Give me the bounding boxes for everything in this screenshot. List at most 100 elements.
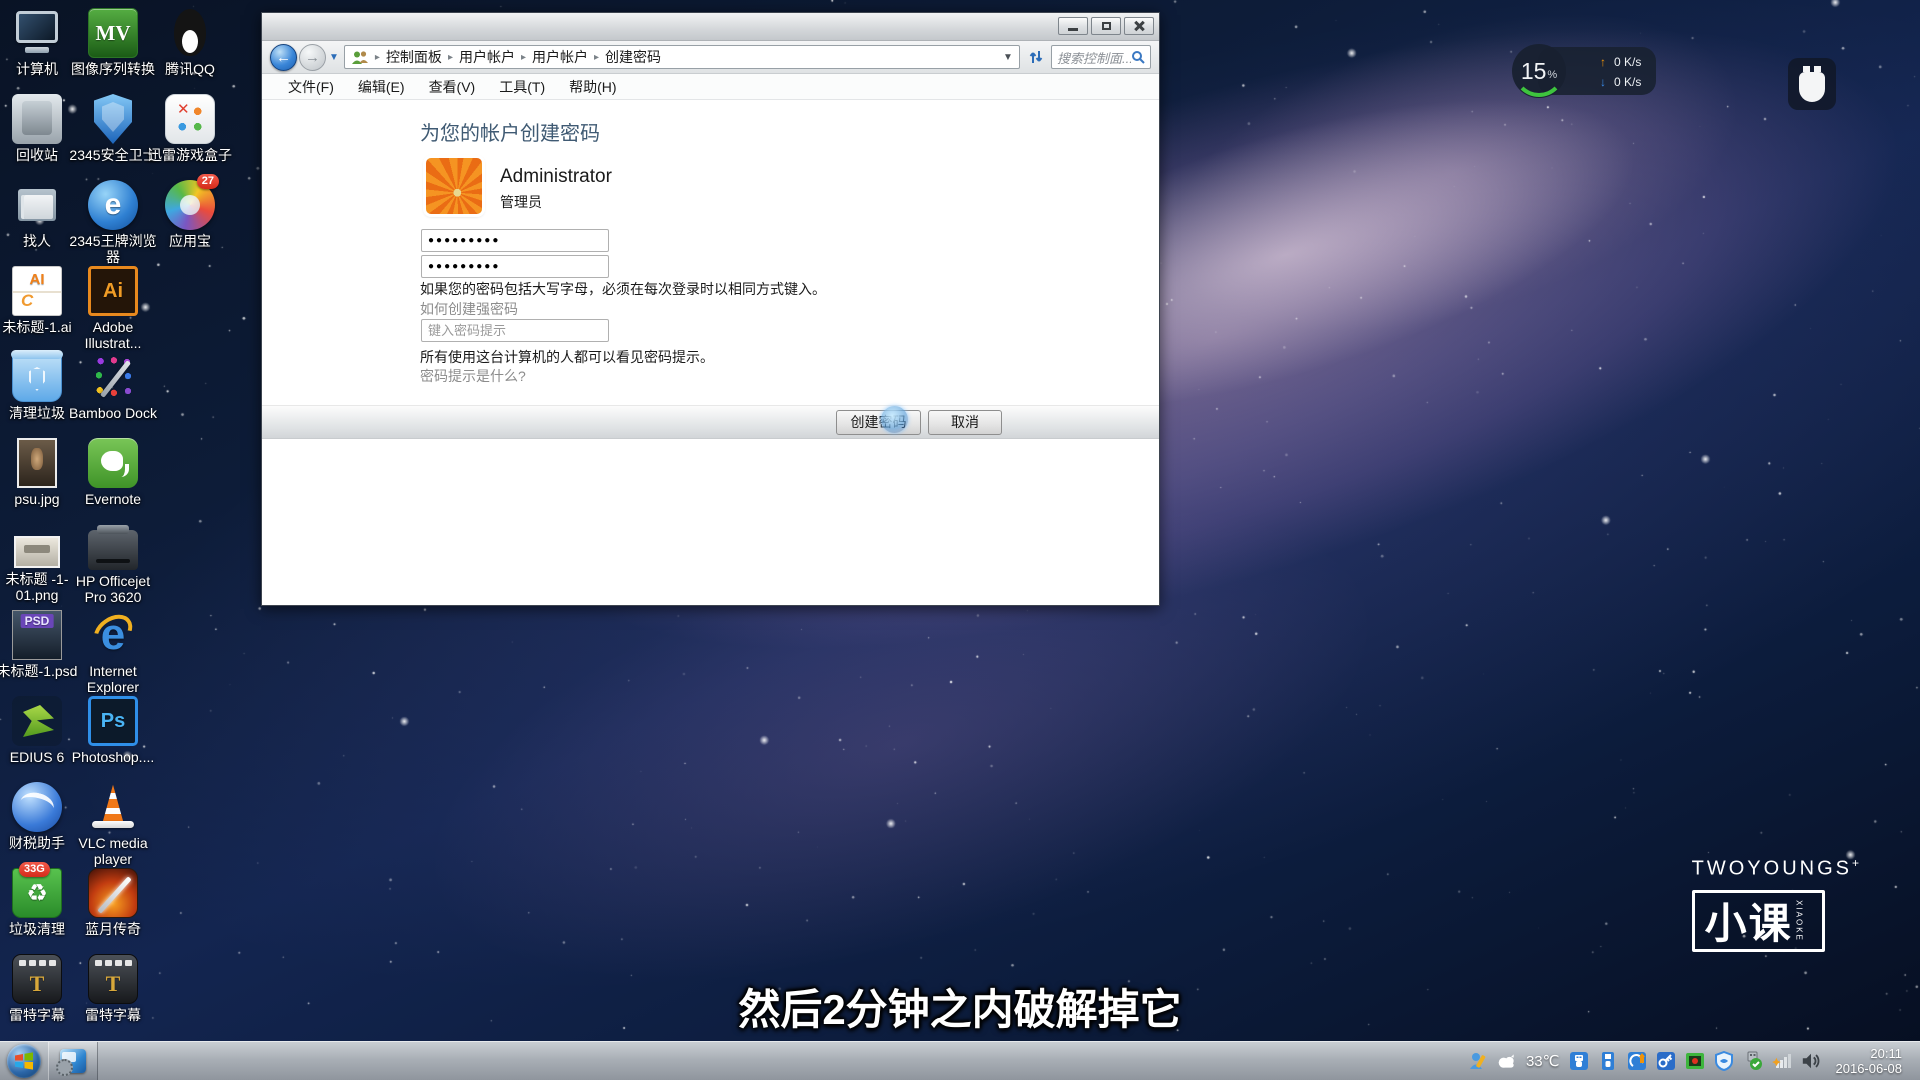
icon-label: 蓝月传奇 xyxy=(65,921,161,937)
desktop-icon-adobe-illustrator[interactable]: Ai Adobe Illustrat... xyxy=(65,266,161,351)
watermark-brand: TWOYOUNGS xyxy=(1692,858,1852,880)
user-role: 管理员 xyxy=(500,192,542,212)
breadcrumb[interactable]: ▸ 控制面板 ▸ 用户帐户 ▸ 用户帐户 ▸ 创建密码 ▼ xyxy=(344,45,1020,69)
desktop: 计算机 MV 图像序列转换 腾讯QQ 回收站 xyxy=(0,0,1920,1080)
desktop-icon-internet-explorer[interactable]: e Internet Explorer xyxy=(65,610,161,695)
desktop-icon-vlc[interactable]: VLC media player xyxy=(65,782,161,867)
icon-label: 应用宝 xyxy=(142,233,238,249)
mouse-indicator-overlay xyxy=(1788,58,1836,110)
desktop-icon-tencent-qq[interactable]: 腾讯QQ xyxy=(142,8,238,77)
upload-speed: 0 K/s xyxy=(1614,55,1641,69)
recent-pages-dropdown-icon[interactable]: ▼ xyxy=(329,52,339,63)
mouse-icon xyxy=(1799,72,1825,102)
maximize-icon xyxy=(1102,22,1111,30)
watermark-plus: + xyxy=(1852,856,1862,870)
icon-label: Photoshop.... xyxy=(65,749,161,765)
icon-label: 迅雷游戏盒子 xyxy=(142,147,238,163)
minimize-button[interactable] xyxy=(1058,17,1088,35)
menu-edit[interactable]: 编辑(E) xyxy=(346,74,417,100)
app-manager-icon xyxy=(60,1049,86,1073)
desktop-icon-xunlei-game-box[interactable]: 迅雷游戏盒子 xyxy=(142,94,238,163)
volume-speaker-icon[interactable] xyxy=(1801,1051,1821,1071)
weather-cloud-icon[interactable] xyxy=(1497,1051,1517,1071)
weather-temperature[interactable]: 33℃ xyxy=(1526,1052,1560,1070)
search-icon xyxy=(1131,50,1145,64)
key-security-icon[interactable] xyxy=(1656,1051,1676,1071)
desktop-icon-bamboo-dock[interactable]: Bamboo Dock xyxy=(65,352,161,421)
green-progress-arc xyxy=(1513,45,1565,97)
network-signal-icon[interactable] xyxy=(1772,1051,1792,1071)
icon-label: 腾讯QQ xyxy=(142,61,238,77)
crumb-user-accounts-1[interactable]: 用户帐户 xyxy=(455,47,519,67)
breadcrumb-separator-icon: ▸ xyxy=(446,52,455,63)
windows-logo-icon xyxy=(7,1044,41,1078)
watermark: TWOYOUNGS+ 小课 XIAOKE xyxy=(1692,856,1862,952)
usb-device-icon[interactable] xyxy=(1569,1051,1589,1071)
icon-label: Evernote xyxy=(65,491,161,507)
icon-label: VLC media player xyxy=(65,835,161,867)
crumb-control-panel[interactable]: 控制面板 xyxy=(382,47,446,67)
clock-time: 20:11 xyxy=(1836,1046,1903,1061)
breadcrumb-separator-icon: ▸ xyxy=(519,52,528,63)
badge: 27 xyxy=(197,174,219,189)
menu-view[interactable]: 查看(V) xyxy=(417,74,488,100)
navigation-toolbar: ← → ▼ ▸ 控制面板 ▸ 用户帐户 ▸ 用户帐户 ▸ 创建密码 ▼ xyxy=(262,41,1159,74)
video-subtitle: 然后2分钟之内破解掉它 xyxy=(0,976,1920,1037)
forward-button[interactable]: → xyxy=(299,44,326,71)
taskbar-app-button[interactable] xyxy=(48,1042,98,1080)
menu-file[interactable]: 文件(F) xyxy=(276,74,346,100)
maximize-button[interactable] xyxy=(1091,17,1121,35)
download-speed: 0 K/s xyxy=(1614,75,1641,89)
create-password-page: 为您的帐户创建密码 Administrator 管理员 如果您的密码包括大写字母… xyxy=(262,100,1159,605)
desktop-icon-yingyongbao[interactable]: 27 应用宝 xyxy=(142,180,238,249)
search-placeholder: 搜索控制面... xyxy=(1057,48,1131,67)
desktop-icon-evernote[interactable]: Evernote xyxy=(65,438,161,507)
address-dropdown-icon[interactable]: ▼ xyxy=(1003,52,1013,63)
download-arrow-icon: ↓ xyxy=(1600,75,1614,89)
desktop-icon-photoshop[interactable]: Ps Photoshop.... xyxy=(65,696,161,765)
create-password-button[interactable]: 创建密码 xyxy=(836,410,921,435)
taskbar: 33℃ xyxy=(0,1041,1920,1080)
icon-label: HP Officejet Pro 3620 xyxy=(65,573,161,605)
icon-label: Adobe Illustrat... xyxy=(65,319,161,351)
close-icon xyxy=(1134,21,1144,31)
strong-password-link[interactable]: 如何创建强密码 xyxy=(420,299,518,319)
desktop-icons-area: 计算机 MV 图像序列转换 腾讯QQ 回收站 xyxy=(0,0,260,1040)
usb-small-icon[interactable] xyxy=(1598,1051,1618,1071)
confirm-password-field[interactable] xyxy=(421,255,609,278)
desktop-icon-hp-officejet[interactable]: HP Officejet Pro 3620 xyxy=(65,524,161,605)
user-avatar[interactable] xyxy=(426,158,482,214)
breadcrumb-separator-icon: ▸ xyxy=(373,52,382,63)
menu-help[interactable]: 帮助(H) xyxy=(557,74,628,100)
badge: 33G xyxy=(19,862,50,877)
cancel-button[interactable]: 取消 xyxy=(928,410,1002,435)
sync-update-icon[interactable] xyxy=(1627,1051,1647,1071)
taskbar-clock[interactable]: 20:11 2016-06-08 xyxy=(1830,1046,1913,1076)
breadcrumb-separator-icon: ▸ xyxy=(592,52,601,63)
command-band: 创建密码 取消 xyxy=(262,405,1159,439)
menu-tools[interactable]: 工具(T) xyxy=(487,74,557,100)
input-method-icon[interactable] xyxy=(1468,1051,1488,1071)
clock-date: 2016-06-08 xyxy=(1836,1061,1903,1076)
minimize-icon xyxy=(1068,28,1078,31)
menu-bar: 文件(F) 编辑(E) 查看(V) 工具(T) 帮助(H) xyxy=(262,74,1159,100)
refresh-icon xyxy=(1029,49,1043,65)
new-password-field[interactable] xyxy=(421,229,609,252)
back-button[interactable]: ← xyxy=(270,44,297,71)
users-icon xyxy=(351,50,369,65)
refresh-button[interactable] xyxy=(1025,45,1047,69)
icon-label: Bamboo Dock xyxy=(65,405,161,421)
desktop-icon-lanyue-chuanqi[interactable]: 蓝月传奇 xyxy=(65,868,161,937)
close-button[interactable] xyxy=(1124,17,1154,35)
password-hint-field[interactable] xyxy=(421,319,609,342)
monitor-green-icon[interactable] xyxy=(1685,1051,1705,1071)
start-button[interactable] xyxy=(0,1042,48,1080)
upload-arrow-icon: ↑ xyxy=(1600,55,1614,69)
window-titlebar[interactable] xyxy=(262,13,1159,41)
crumb-user-accounts-2[interactable]: 用户帐户 xyxy=(528,47,592,67)
what-is-hint-link[interactable]: 密码提示是什么? xyxy=(420,366,526,386)
safely-remove-usb-icon[interactable] xyxy=(1743,1051,1763,1071)
security-shield-icon[interactable] xyxy=(1714,1051,1734,1071)
search-input[interactable]: 搜索控制面... xyxy=(1051,45,1151,69)
crumb-create-password[interactable]: 创建密码 xyxy=(601,47,665,67)
